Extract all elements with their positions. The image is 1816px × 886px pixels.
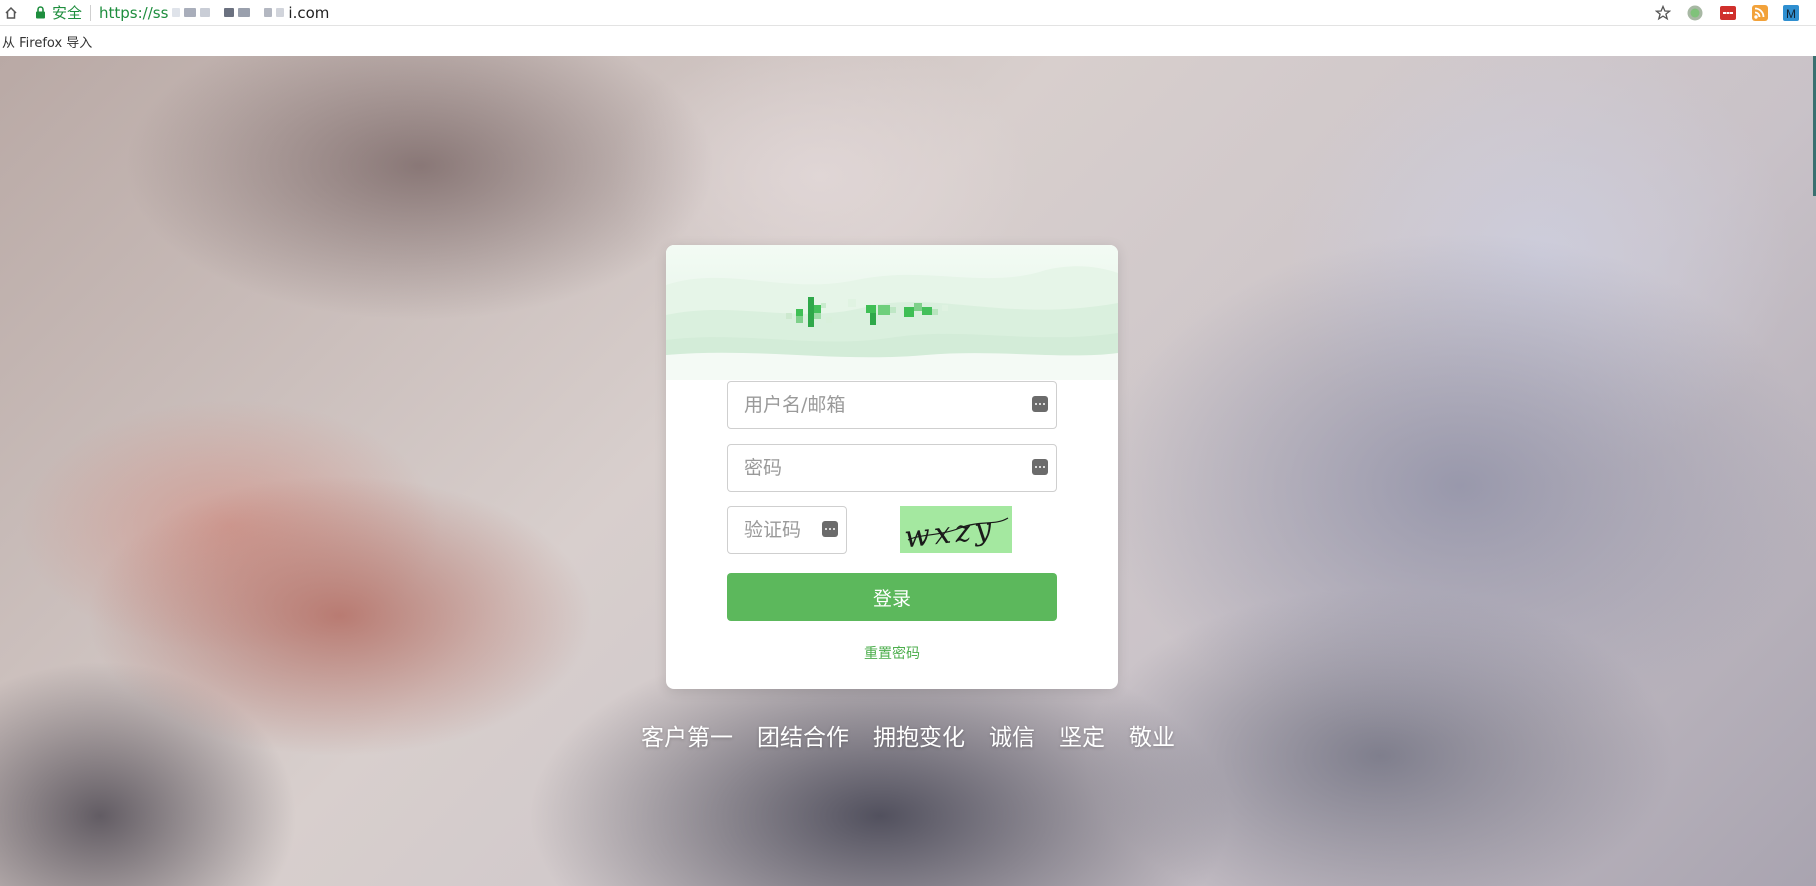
reset-password-link[interactable]: 重置密码 [666,643,1118,663]
captcha-image[interactable]: wxzy [900,506,1012,553]
lock-icon [32,0,48,26]
bookmark-import-firefox[interactable]: 从 Firefox 导入 [2,32,92,51]
slogan-item: 客户第一 [641,725,733,751]
login-button[interactable]: 登录 [727,573,1057,621]
star-icon[interactable] [1652,0,1674,26]
extension-circle-icon[interactable] [1686,4,1704,22]
login-header-banner [666,245,1118,380]
address-separator [90,4,92,21]
home-icon[interactable] [0,0,22,26]
slogan-item: 诚信 [989,725,1035,751]
bookmark-bar: 从 Firefox 导入 [0,26,1816,56]
slogan-item: 敬业 [1129,725,1175,751]
extension-m-icon[interactable]: M [1782,4,1800,22]
address-bar[interactable]: 安全 https://ss i.com M [0,0,1816,26]
extension-red-icon[interactable] [1719,4,1737,22]
username-input[interactable] [728,382,1056,428]
rss-icon[interactable] [1751,4,1769,22]
login-card: wxzy 登录 重置密码 [666,245,1118,689]
url-redacted [172,0,285,26]
slogan: 客户第一 团结合作 拥抱变化 诚信 坚定 敬业 [0,718,1816,752]
autofill-key-icon[interactable] [1032,459,1048,475]
password-input[interactable] [728,445,1056,491]
password-field[interactable] [727,444,1057,492]
url-suffix[interactable]: i.com [288,4,329,22]
logo [786,293,1016,333]
url-prefix[interactable]: https://ss [99,4,168,22]
captcha-field[interactable] [727,506,847,554]
slogan-item: 坚定 [1059,725,1105,751]
slogan-item: 拥抱变化 [873,725,965,751]
autofill-key-icon[interactable] [1032,396,1048,412]
secure-label: 安全 [52,4,83,22]
autofill-key-icon[interactable] [822,521,838,537]
username-field[interactable] [727,381,1057,429]
svg-text:M: M [1786,7,1796,21]
slogan-item: 团结合作 [757,725,849,751]
